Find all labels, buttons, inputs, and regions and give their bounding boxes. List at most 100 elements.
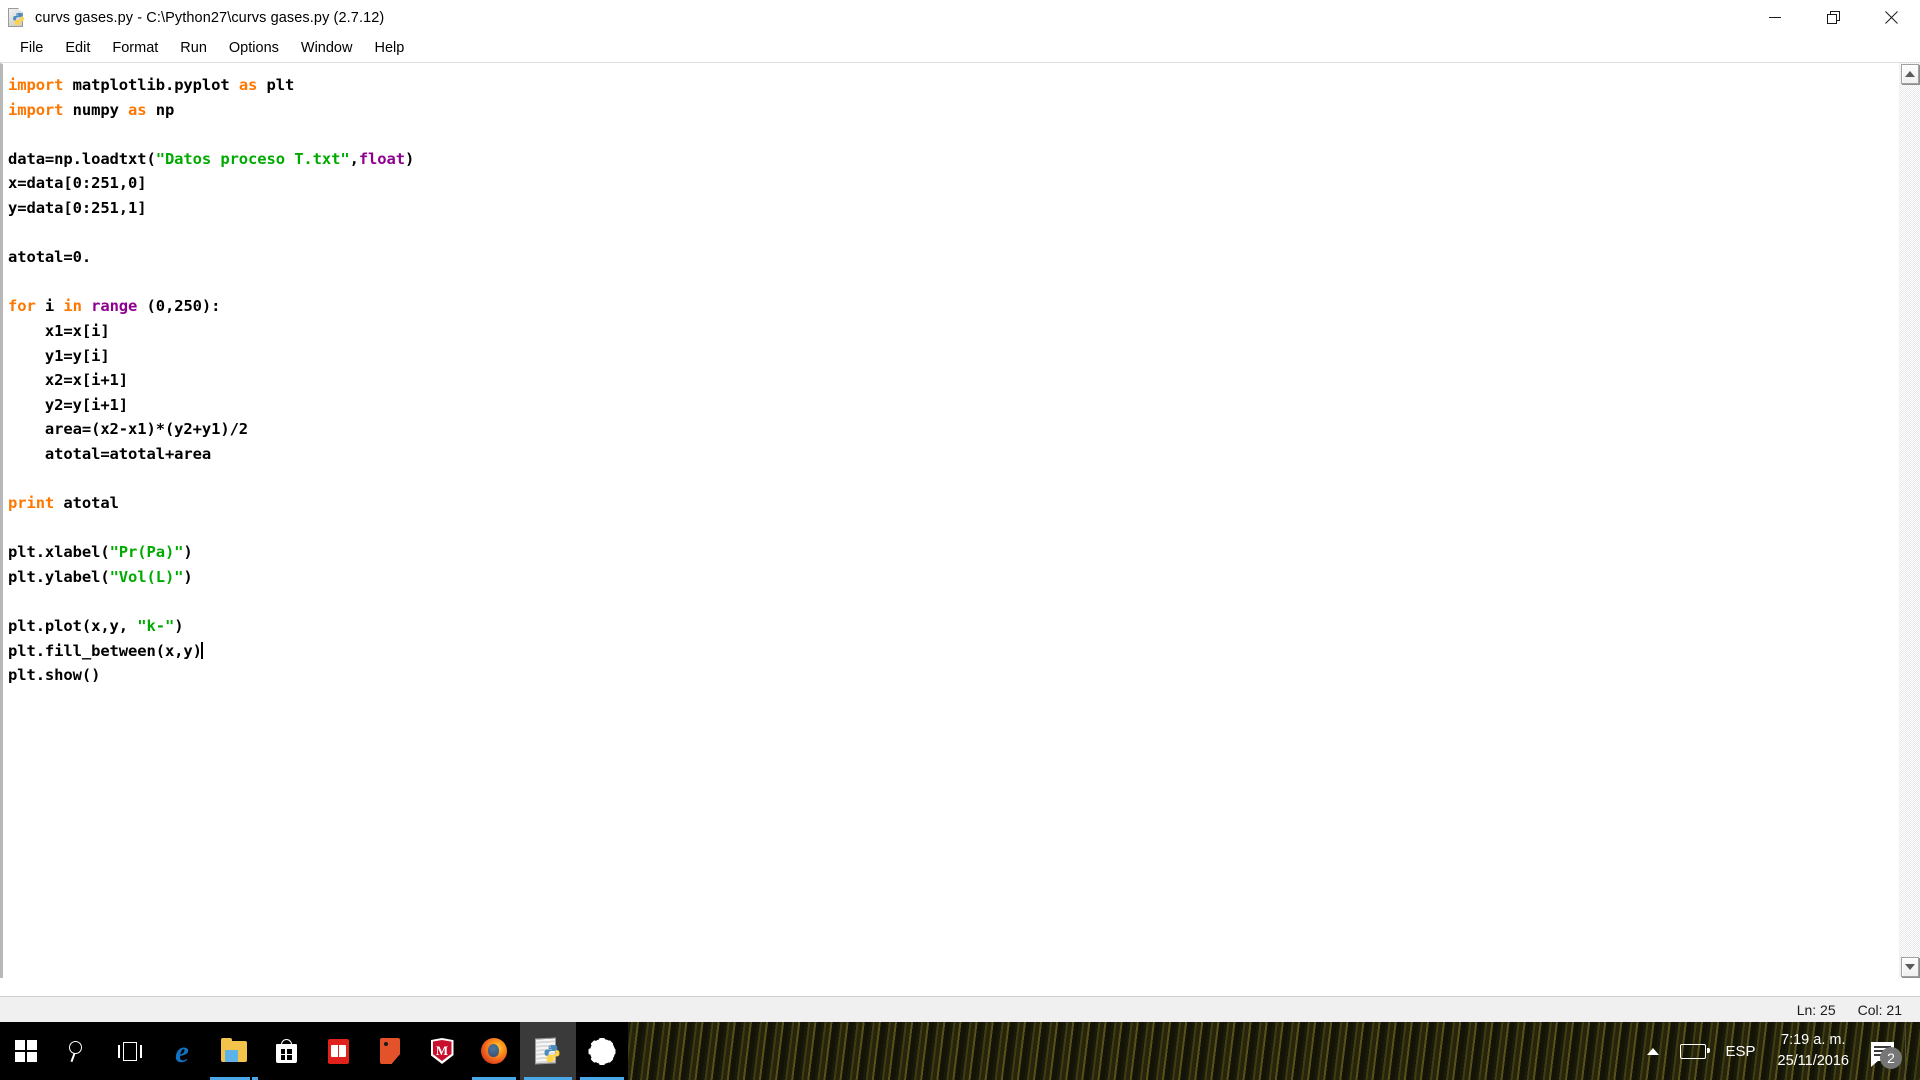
system-tray: ESP 7:19 a. m. 25/11/2016 2 bbox=[1633, 1022, 1920, 1080]
battery-button[interactable] bbox=[1673, 1022, 1713, 1080]
clock-date: 25/11/2016 bbox=[1777, 1053, 1850, 1069]
menu-run[interactable]: Run bbox=[169, 38, 218, 59]
scroll-down-arrow-icon bbox=[1905, 964, 1915, 970]
code-line: print atotal bbox=[8, 491, 414, 516]
code-line: atotal=0. bbox=[8, 245, 414, 270]
code-token: plt.ylabel( bbox=[8, 567, 110, 586]
maximize-restore-button[interactable] bbox=[1804, 0, 1862, 35]
microsoft-store-button[interactable] bbox=[260, 1022, 312, 1080]
orange-app-button[interactable] bbox=[364, 1022, 416, 1080]
code-token: "k-" bbox=[137, 617, 175, 636]
idle-editor-window: curvs gases.py - C:\Python27\curvs gases… bbox=[0, 0, 1920, 1022]
code-token: as bbox=[128, 100, 147, 119]
window-titlebar[interactable]: curvs gases.py - C:\Python27\curvs gases… bbox=[0, 0, 1920, 35]
code-token: plt.show() bbox=[8, 666, 101, 685]
vertical-scrollbar[interactable] bbox=[1899, 63, 1920, 978]
minimize-button[interactable] bbox=[1746, 0, 1804, 35]
code-token: plt.xlabel( bbox=[8, 543, 110, 562]
mcafee-button[interactable]: M bbox=[416, 1022, 468, 1080]
code-token: "Pr(Pa)" bbox=[109, 543, 184, 562]
taskbar-items: e M bbox=[0, 1022, 628, 1080]
code-token: atotal=0. bbox=[8, 248, 92, 267]
notification-center-button[interactable]: 2 bbox=[1859, 1022, 1905, 1080]
menu-file[interactable]: File bbox=[9, 38, 54, 59]
reader-button[interactable] bbox=[312, 1022, 364, 1080]
shield-icon: M bbox=[430, 1038, 454, 1064]
menu-edit[interactable]: Edit bbox=[54, 38, 101, 59]
code-line: plt.plot(x,y, "k-") bbox=[8, 614, 414, 639]
code-line: y=data[0:251,1] bbox=[8, 196, 414, 221]
firefox-icon bbox=[481, 1038, 507, 1064]
firefox-button[interactable] bbox=[468, 1022, 520, 1080]
code-token: numpy bbox=[63, 100, 129, 119]
menubar: File Edit Format Run Options Window Help bbox=[0, 35, 1920, 63]
horizontal-scrollbar[interactable] bbox=[0, 978, 1900, 996]
window-controls bbox=[1746, 0, 1920, 35]
code-line: y1=y[i] bbox=[8, 344, 414, 369]
task-view-button[interactable] bbox=[104, 1022, 156, 1080]
code-token: range bbox=[91, 297, 138, 316]
scroll-up-arrow-icon bbox=[1905, 71, 1915, 77]
edge-icon: e bbox=[175, 1033, 189, 1069]
folder-icon bbox=[221, 1037, 247, 1062]
code-line: area=(x2-x1)*(y2+y1)/2 bbox=[8, 417, 414, 442]
code-token: y=data[0:251,1] bbox=[8, 198, 147, 217]
code-line: atotal=atotal+area bbox=[8, 442, 414, 467]
python-idle-button[interactable] bbox=[520, 1022, 576, 1080]
store-bag-icon bbox=[275, 1039, 297, 1063]
scrollbar-corner bbox=[1900, 978, 1920, 996]
scroll-down-button[interactable] bbox=[1901, 957, 1919, 977]
code-token: ) bbox=[183, 567, 193, 586]
code-token: ) bbox=[174, 617, 184, 636]
code-token: print bbox=[8, 494, 55, 513]
file-explorer-button[interactable] bbox=[208, 1022, 260, 1080]
python-idle-icon bbox=[533, 1036, 563, 1065]
code-token: np bbox=[146, 100, 175, 119]
code-token: import bbox=[8, 100, 64, 119]
scroll-up-button[interactable] bbox=[1901, 64, 1919, 84]
search-button[interactable] bbox=[52, 1022, 104, 1080]
code-token: y1=y[i] bbox=[8, 346, 110, 365]
windows-logo-icon bbox=[15, 1040, 37, 1062]
code-token: in bbox=[63, 297, 82, 316]
menu-help[interactable]: Help bbox=[363, 38, 415, 59]
code-token: plt bbox=[257, 76, 295, 94]
window-title: curvs gases.py - C:\Python27\curvs gases… bbox=[35, 9, 385, 26]
code-token: data=np.loadtxt( bbox=[8, 149, 156, 168]
clock[interactable]: 7:19 a. m. 25/11/2016 bbox=[1768, 1030, 1860, 1072]
edge-button[interactable]: e bbox=[156, 1022, 208, 1080]
minimize-icon bbox=[1769, 17, 1781, 18]
code-line: plt.fill_between(x,y) bbox=[8, 639, 414, 664]
status-bar: Ln: 25 Col: 21 bbox=[0, 996, 1920, 1022]
code-editor[interactable]: import matplotlib.pyplot as plt import nu… bbox=[0, 63, 1899, 978]
code-token: y2=y[i+1] bbox=[8, 395, 129, 414]
code-token: float bbox=[358, 149, 405, 168]
show-desktop-button[interactable] bbox=[1905, 1022, 1914, 1080]
notification-badge: 2 bbox=[1880, 1047, 1902, 1069]
code-line: x2=x[i+1] bbox=[8, 368, 414, 393]
status-line-number: Ln: 25 bbox=[1796, 1001, 1836, 1018]
task-view-icon bbox=[118, 1041, 142, 1061]
menu-window[interactable]: Window bbox=[290, 38, 364, 59]
menu-options[interactable]: Options bbox=[218, 38, 290, 59]
code-token: "Datos proceso T.txt" bbox=[155, 149, 350, 168]
language-indicator[interactable]: ESP bbox=[1713, 1043, 1767, 1060]
code-token: plt.fill_between(x,y) bbox=[8, 641, 202, 660]
code-line: plt.show() bbox=[8, 663, 414, 688]
menu-format[interactable]: Format bbox=[101, 38, 169, 59]
python-idle-document-icon bbox=[7, 7, 27, 28]
code-token: i bbox=[35, 297, 64, 316]
close-button[interactable] bbox=[1862, 0, 1920, 35]
search-icon bbox=[67, 1040, 89, 1063]
taskbar: e M ESP 7:19 a. m. 25/11/2016 2 bbox=[0, 1022, 1920, 1080]
tray-overflow-button[interactable] bbox=[1633, 1022, 1673, 1080]
code-token: import bbox=[8, 76, 64, 94]
settings-button[interactable] bbox=[576, 1022, 628, 1080]
gear-icon bbox=[588, 1037, 616, 1065]
start-button[interactable] bbox=[0, 1022, 52, 1080]
